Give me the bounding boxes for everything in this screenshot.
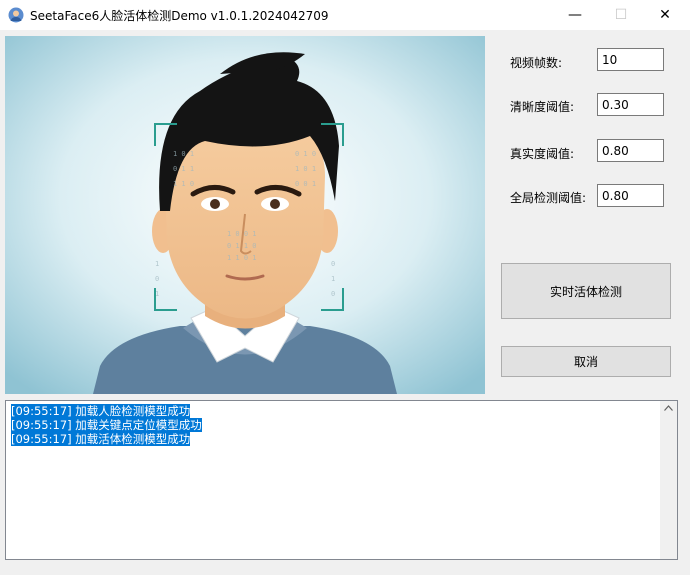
live-detection-button[interactable]: 实时活体检测 (501, 263, 671, 319)
clarity-threshold-label: 清晰度阈值: (510, 100, 575, 114)
svg-text:1 0 1: 1 0 1 (173, 150, 194, 158)
log-line: [09:55:17] 加载关键点定位模型成功 (11, 418, 202, 432)
svg-text:1 1 0: 1 1 0 (173, 180, 194, 188)
log-line: [09:55:17] 加载活体检测模型成功 (11, 432, 191, 446)
minimize-button[interactable]: — (552, 0, 598, 30)
svg-text:0: 0 (331, 290, 335, 298)
log-output[interactable]: [09:55:17] 加载人脸检测模型成功 [09:55:17] 加载关键点定位… (5, 400, 678, 560)
title-bar[interactable]: SeetaFace6人脸活体检测Demo v1.0.1.2024042709 —… (0, 0, 690, 30)
scroll-up-icon[interactable] (664, 405, 673, 411)
svg-text:0: 0 (155, 275, 159, 283)
log-lines: [09:55:17] 加载人脸检测模型成功 [09:55:17] 加载关键点定位… (11, 404, 202, 446)
global-threshold-input[interactable] (597, 184, 664, 207)
global-threshold-label: 全局检测阈值: (510, 191, 587, 205)
svg-text:0 1 1: 0 1 1 (173, 165, 194, 173)
svg-text:0: 0 (331, 260, 335, 268)
maximize-button[interactable]: ☐ (598, 0, 644, 30)
svg-text:0 1 1 0: 0 1 1 0 (227, 242, 257, 250)
camera-preview: 1 0 1 0 1 1 1 1 0 0 1 0 1 0 1 0 0 1 1 0 0 1 0… (5, 36, 485, 394)
svg-text:1: 1 (331, 275, 335, 283)
face-preview-image: 1 0 1 0 1 1 1 1 0 0 1 0 1 0 1 0 0 1 1 0 0 1 0… (5, 36, 485, 394)
reality-threshold-label: 真实度阈值: (510, 147, 575, 161)
svg-text:1: 1 (155, 260, 159, 268)
frames-label: 视频帧数: (510, 56, 563, 70)
log-scrollbar[interactable] (660, 401, 677, 559)
reality-threshold-input[interactable] (597, 139, 664, 162)
clarity-threshold-input[interactable] (597, 93, 664, 116)
svg-text:1 1 0 1: 1 1 0 1 (227, 254, 257, 262)
svg-text:1 0 0 1: 1 0 0 1 (227, 230, 257, 238)
window-title: SeetaFace6人脸活体检测Demo v1.0.1.2024042709 (30, 9, 329, 23)
app-window: SeetaFace6人脸活体检测Demo v1.0.1.2024042709 —… (0, 0, 690, 575)
cancel-button[interactable]: 取消 (501, 346, 671, 377)
log-line: [09:55:17] 加载人脸检测模型成功 (11, 404, 191, 418)
svg-text:0 1 0: 0 1 0 (295, 150, 316, 158)
svg-text:1 0 1: 1 0 1 (295, 165, 316, 173)
close-button[interactable]: ✕ (642, 0, 688, 30)
frames-input[interactable] (597, 48, 664, 71)
app-icon (8, 7, 24, 23)
svg-text:0 0 1: 0 0 1 (295, 180, 316, 188)
